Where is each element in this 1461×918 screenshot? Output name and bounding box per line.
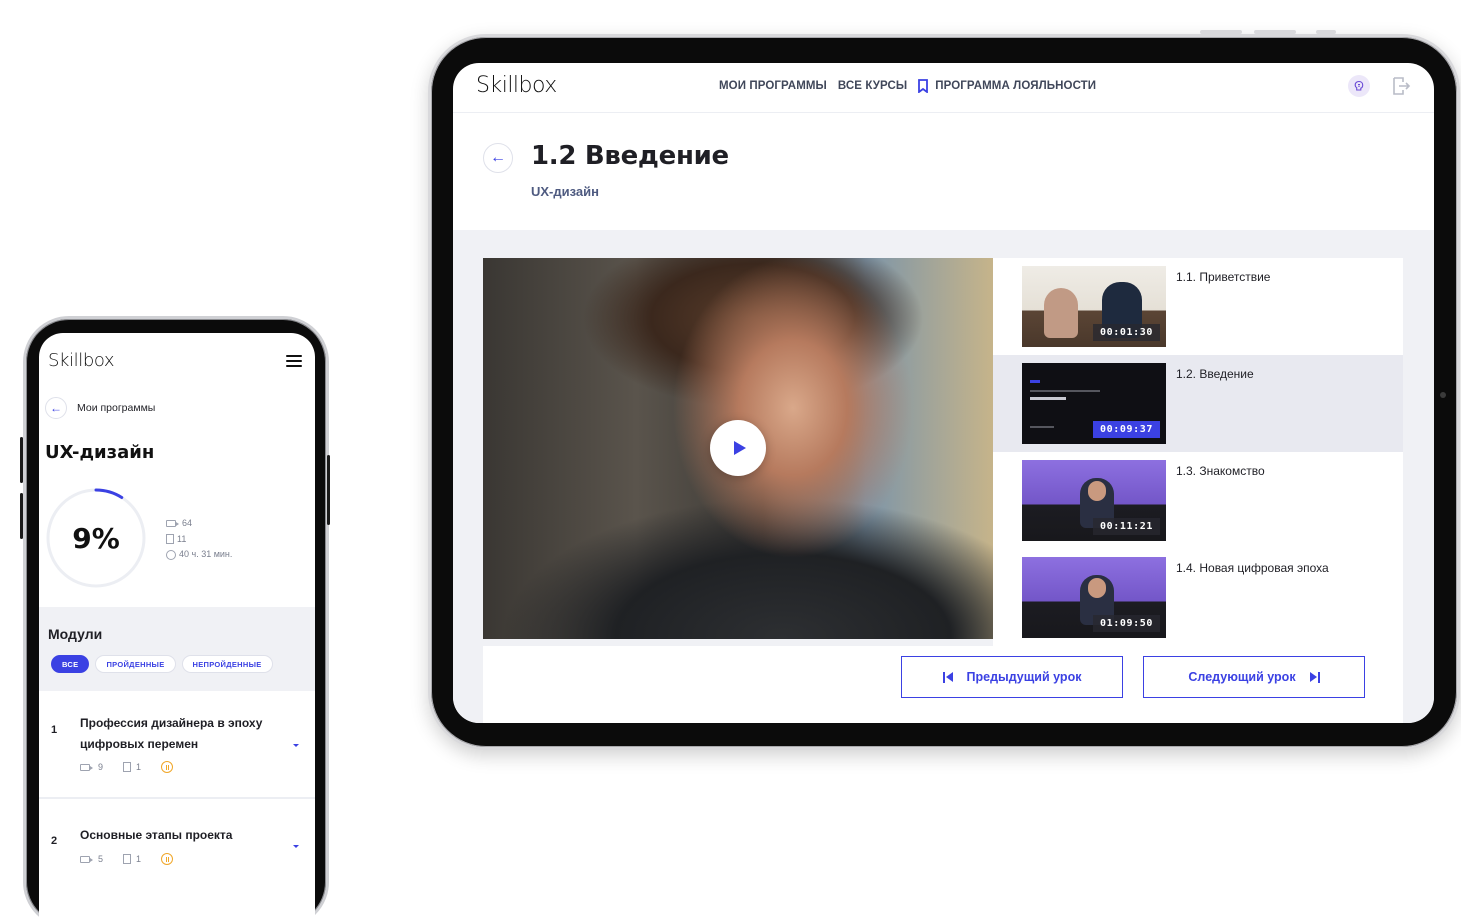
lesson-title-area: ← 1.2 Введение UX-дизайн: [453, 114, 1434, 230]
module-docs: 1: [136, 762, 142, 772]
module-number: 2: [51, 835, 58, 847]
module-item[interactable]: 1 Профессия дизайнера в эпоху цифровых п…: [39, 691, 315, 799]
play-icon: [733, 441, 746, 455]
filter-completed[interactable]: ПРОЙДЕННЫЕ: [95, 655, 176, 673]
video-thumbnail: 00:01:30: [1022, 266, 1166, 347]
play-button[interactable]: [710, 420, 766, 476]
brain-icon: [1354, 80, 1364, 91]
duration-badge: 00:09:37: [1093, 421, 1160, 438]
nav-my-programs[interactable]: МОИ ПРОГРАММЫ: [719, 80, 827, 92]
video-thumbnail: 00:11:21: [1022, 460, 1166, 541]
document-icon: [166, 534, 174, 545]
skillbox-logo[interactable]: Skillbox: [48, 350, 115, 371]
module-number: 1: [51, 724, 58, 736]
chevron-down-icon[interactable]: [293, 845, 299, 848]
tablet-screen: Skillbox МОИ ПРОГРАММЫ ВСЕ КУРСЫ ПРОГРАМ…: [453, 63, 1434, 723]
module-item[interactable]: 2 Основные этапы проекта 5 1: [39, 801, 315, 911]
docs-count: 11: [177, 533, 187, 544]
modules-title: Модули: [48, 626, 103, 642]
module-videos: 5: [98, 854, 104, 864]
filter-not-completed[interactable]: НЕПРОЙДЕННЫЕ: [181, 655, 273, 673]
hamburger-menu-icon[interactable]: [286, 355, 302, 367]
pause-status-icon: [161, 761, 174, 773]
video-icon: [80, 763, 93, 771]
document-icon: [123, 762, 132, 772]
playlist-item-active[interactable]: 00:09:37 1.2. Введение: [993, 355, 1403, 452]
course-link[interactable]: UX-дизайн: [531, 184, 599, 199]
nav-all-courses[interactable]: ВСЕ КУРСЫ: [838, 80, 907, 92]
phone-volume-button: [20, 493, 23, 539]
module-filters: ВСЕ ПРОЙДЕННЫЕ НЕПРОЙДЕННЫЕ: [51, 655, 273, 673]
phone-screen: Skillbox ← Мои программы UX-дизайн 9% 64…: [39, 333, 315, 918]
next-lesson-button[interactable]: Следующий урок: [1143, 656, 1365, 698]
skip-forward-icon: [1309, 671, 1320, 683]
clock-icon: [166, 549, 176, 560]
tablet-camera: [1440, 392, 1446, 398]
video-thumbnail: 01:09:50: [1022, 557, 1166, 638]
videos-count: 64: [182, 518, 193, 528]
duration-badge: 00:01:30: [1093, 324, 1160, 341]
module-meta: 5 1: [80, 853, 174, 865]
duration-badge: 01:09:50: [1093, 615, 1160, 632]
course-title: UX-дизайн: [45, 442, 155, 463]
lesson-playlist: 00:01:30 1.1. Приветствие 00:09:37 1.2. …: [993, 258, 1403, 646]
next-lesson-label: Следующий урок: [1188, 670, 1296, 684]
course-stats: 64 11 40 ч. 31 мин.: [166, 516, 232, 563]
video-thumbnail: 00:09:37: [1022, 363, 1166, 444]
arrow-left-icon: ←: [50, 401, 62, 415]
skillbox-logo[interactable]: Skillbox: [476, 73, 557, 98]
phone-volume-button: [20, 437, 23, 483]
user-avatar-icon[interactable]: [1348, 75, 1370, 97]
back-label[interactable]: Мои программы: [77, 402, 155, 414]
phone-power-button: [327, 455, 330, 525]
prev-lesson-label: Предыдущий урок: [966, 670, 1082, 684]
pause-status-icon: [161, 853, 174, 865]
module-videos: 9: [98, 762, 104, 772]
arrow-left-icon: ←: [490, 149, 506, 166]
modules-header-bg: [39, 607, 315, 691]
module-title: Основные этапы проекта: [80, 828, 233, 842]
playlist-item-title: 1.1. Приветствие: [1176, 270, 1271, 284]
prev-lesson-button[interactable]: Предыдущий урок: [901, 656, 1123, 698]
back-button[interactable]: ←: [483, 143, 513, 173]
bookmark-icon: [918, 79, 929, 93]
back-button[interactable]: ←: [45, 397, 67, 419]
document-icon: [123, 854, 132, 864]
playlist-item[interactable]: 00:11:21 1.3. Знакомство: [993, 452, 1403, 549]
filter-all[interactable]: ВСЕ: [51, 655, 90, 673]
playlist-item[interactable]: 01:09:50 1.4. Новая цифровая эпоха: [993, 549, 1403, 646]
progress-percent: 9%: [72, 521, 120, 555]
playlist-item-title: 1.3. Знакомство: [1176, 464, 1265, 478]
nav-loyalty-label: ПРОГРАММА ЛОЯЛЬНОСТИ: [935, 80, 1097, 92]
module-meta: 9 1: [80, 761, 174, 773]
module-docs: 1: [136, 854, 142, 864]
playlist-item-title: 1.2. Введение: [1176, 367, 1254, 381]
top-header: Skillbox МОИ ПРОГРАММЫ ВСЕ КУРСЫ ПРОГРАМ…: [453, 63, 1434, 113]
lesson-title: 1.2 Введение: [531, 141, 729, 171]
playlist-item[interactable]: 00:01:30 1.1. Приветствие: [993, 258, 1403, 355]
video-icon: [166, 520, 179, 528]
duration-badge: 00:11:21: [1093, 518, 1160, 535]
playlist-item-title: 1.4. Новая цифровая эпоха: [1176, 561, 1329, 575]
video-player[interactable]: [483, 258, 993, 639]
logout-icon[interactable]: [1390, 75, 1412, 97]
video-icon: [80, 855, 93, 863]
nav-loyalty[interactable]: ПРОГРАММА ЛОЯЛЬНОСТИ: [918, 79, 1096, 93]
top-nav: МОИ ПРОГРАММЫ ВСЕ КУРСЫ ПРОГРАММА ЛОЯЛЬН…: [719, 79, 1096, 93]
module-title: Профессия дизайнера в эпоху цифровых пер…: [80, 716, 263, 751]
chevron-down-icon[interactable]: [293, 744, 299, 747]
total-time: 40 ч. 31 мин.: [179, 549, 233, 559]
skip-back-icon: [942, 671, 953, 683]
